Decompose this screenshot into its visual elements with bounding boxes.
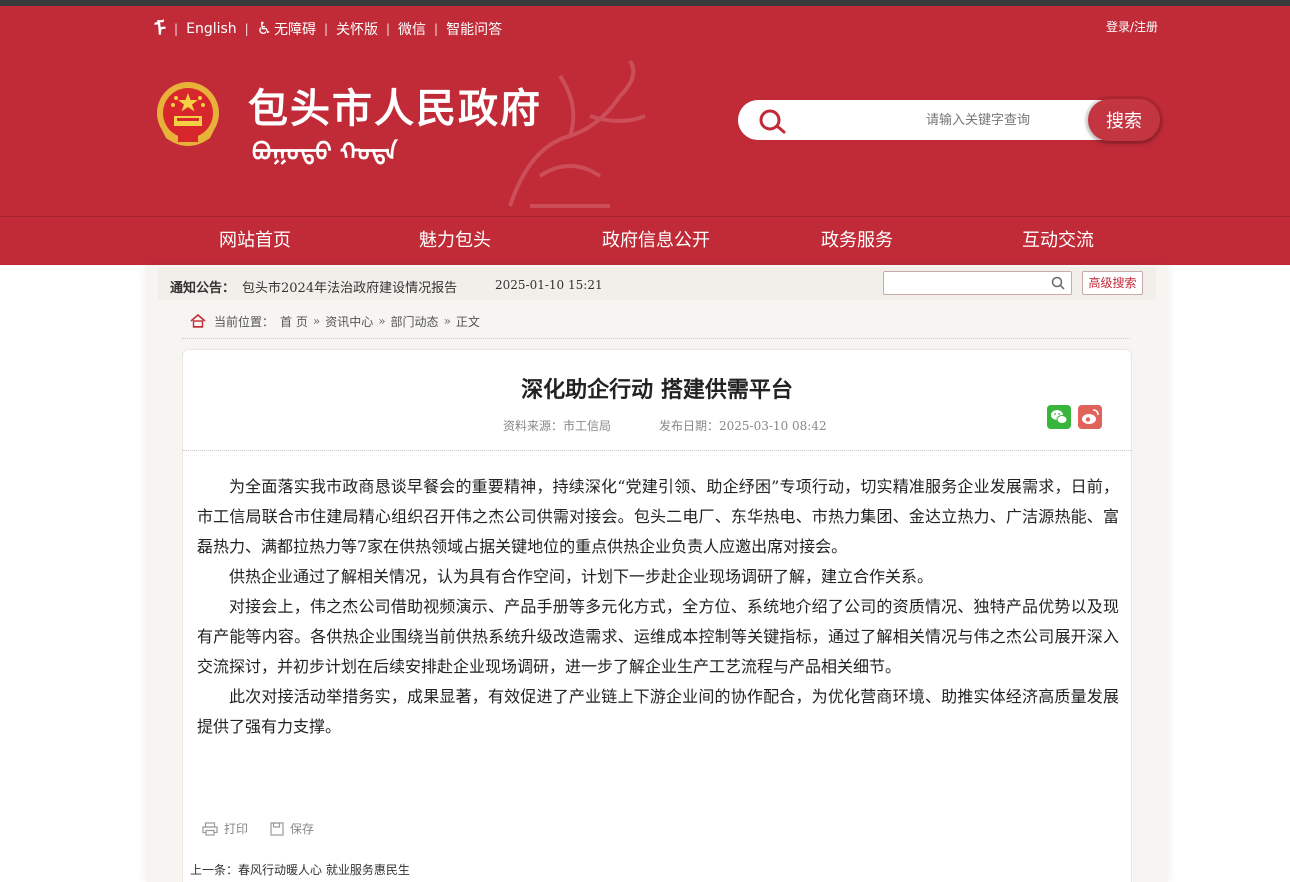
breadcrumb-separator: »	[312, 314, 321, 328]
accessibility-link[interactable]: 无障碍	[274, 19, 316, 39]
separator: |	[323, 22, 328, 36]
article-title: 深化助企行动 搭建供需平台	[521, 378, 793, 403]
home-icon	[190, 314, 206, 328]
mongolian-language-link[interactable]: ᠮ	[154, 19, 166, 39]
nav-interaction[interactable]: 互动交流	[968, 217, 1148, 266]
wechat-share-icon[interactable]	[1047, 405, 1071, 429]
article-date: 发布日期：2025-03-10 08:42	[659, 419, 827, 433]
national-emblem-icon[interactable]	[154, 80, 222, 150]
article-paragraph: 此次对接活动举措务实，成果显著，有效促进了产业链上下游企业间的协作配合，为优化营…	[197, 687, 1119, 736]
nav-gov-info-disclosure[interactable]: 政府信息公开	[566, 217, 746, 266]
search-icon[interactable]	[758, 108, 786, 134]
breadcrumb-news-center[interactable]: 资讯中心	[325, 313, 373, 330]
article-paragraph: 为全面落实我市政商恳谈早餐会的重要精神，持续深化“党建引领、助企纾困”专项行动，…	[197, 477, 1119, 556]
search-button[interactable]: 搜索	[1088, 99, 1160, 141]
elder-mode-link[interactable]: 关怀版	[336, 19, 378, 39]
qa-link[interactable]: 智能问答	[446, 19, 502, 39]
header-top-line	[0, 0, 1290, 6]
previous-article[interactable]: 上一条：春风行动暖人心 就业服务惠民生	[190, 861, 410, 878]
title-divider	[183, 450, 1131, 451]
breadcrumb-current: 正文	[455, 314, 480, 329]
article-body: 为全面落实我市政商恳谈早餐会的重要精神，持续深化“党建引领、助企纾困”专项行动，…	[197, 472, 1119, 742]
advanced-search-button[interactable]: 高级搜索	[1082, 271, 1143, 295]
top-utility-bar: ᠮ | English | ♿ 无障碍 | 关怀版 | 微信 | 智能问答	[154, 18, 502, 40]
main-nav: 网站首页 魅力包头 政府信息公开 政务服务 互动交流	[0, 216, 1290, 265]
article-meta: 资料来源：市工信局 发布日期：2025-03-10 08:42	[503, 417, 827, 434]
english-link[interactable]: English	[186, 21, 237, 37]
accessibility-icon: ♿	[256, 19, 272, 39]
weibo-share-icon[interactable]	[1078, 405, 1102, 429]
deer-sculpture-decoration	[508, 59, 646, 208]
separator: |	[386, 22, 391, 36]
breadcrumb-separator: »	[443, 314, 451, 328]
separator: |	[434, 22, 439, 36]
breadcrumb: 当前位置： 首 页 » 资讯中心 » 部门动态 » 正文	[190, 312, 480, 330]
notice-label: 通知公告：	[170, 281, 236, 296]
nav-charm-baotou[interactable]: 魅力包头	[365, 217, 545, 266]
nav-gov-services[interactable]: 政务服务	[767, 217, 947, 266]
print-button[interactable]: 打印	[202, 820, 248, 837]
article-paragraph: 供热企业通过了解相关情况，认为具有合作空间，计划下一步赴企业现场调研了解，建立合…	[229, 567, 934, 586]
breadcrumb-prefix: 当前位置：	[214, 314, 275, 329]
save-button[interactable]: 保存	[270, 820, 314, 837]
save-label: 保存	[290, 822, 315, 836]
article-tools: 打印 保存	[202, 820, 336, 837]
breadcrumb-department-news[interactable]: 部门动态	[391, 313, 439, 330]
nav-home[interactable]: 网站首页	[165, 217, 345, 266]
separator: |	[174, 22, 179, 36]
wechat-link[interactable]: 微信	[398, 19, 426, 39]
login-register-link[interactable]: 登录/注册	[1106, 18, 1158, 35]
breadcrumb-separator: »	[378, 314, 386, 328]
print-label: 打印	[224, 822, 249, 836]
previous-label: 上一条：	[190, 863, 239, 877]
previous-title[interactable]: 春风行动暖人心 就业服务惠民生	[238, 863, 410, 877]
site-search-input[interactable]	[883, 271, 1072, 295]
separator: |	[244, 22, 249, 36]
printer-icon	[202, 821, 218, 836]
search-icon[interactable]	[1051, 276, 1065, 290]
breadcrumb-divider	[182, 338, 1130, 339]
notice-link[interactable]: 包头市2024年法治政府建设情况报告	[242, 277, 457, 296]
article-paragraph: 对接会上，伟之杰公司借助视频演示、产品手册等多元化方式，全方位、系统地介绍了公司…	[197, 597, 1119, 676]
notice-date: 2025-01-10 15:21	[495, 278, 603, 292]
save-icon	[270, 821, 284, 836]
breadcrumb-home[interactable]: 首 页	[280, 313, 308, 330]
article-source: 资料来源：市工信局	[503, 419, 612, 433]
